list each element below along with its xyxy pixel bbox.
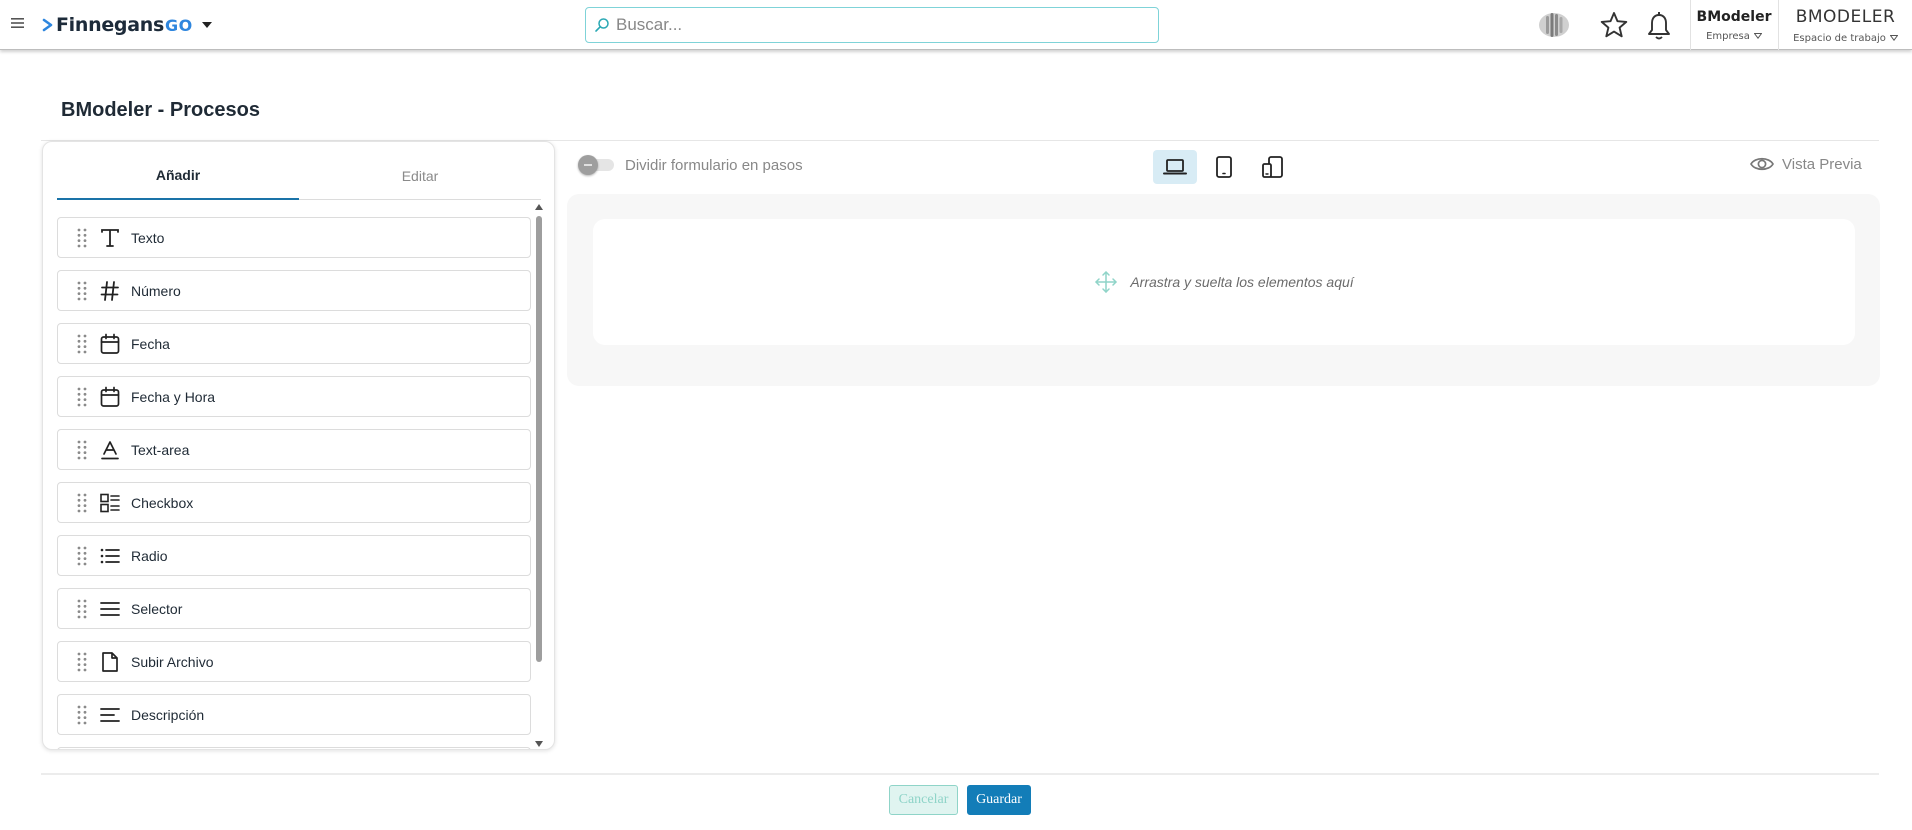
drag-handle-icon[interactable]	[77, 281, 87, 301]
toggle-switch[interactable]	[578, 155, 616, 175]
align-left-icon	[99, 704, 121, 726]
drag-handle-icon[interactable]	[77, 228, 87, 248]
list-item[interactable]: Texto	[57, 217, 531, 258]
footer-divider	[41, 773, 1879, 775]
star-icon[interactable]	[1599, 10, 1629, 40]
drag-handle-icon[interactable]	[77, 334, 87, 354]
panel-tabs: Añadir Editar	[57, 152, 541, 200]
drag-handle-icon[interactable]	[77, 493, 87, 513]
drag-handle-icon[interactable]	[77, 440, 87, 460]
search-icon	[595, 18, 609, 32]
eye-icon	[1750, 157, 1774, 171]
list-item-partial[interactable]	[57, 747, 531, 749]
search-box	[585, 7, 1159, 43]
laptop-icon	[1163, 159, 1187, 175]
page-title: BModeler - Procesos	[61, 99, 260, 121]
toggle-knob	[578, 155, 598, 175]
list-item[interactable]: Fecha	[57, 323, 531, 364]
list-icon	[99, 545, 121, 567]
company-selector[interactable]: BModeler Empresa	[1690, 0, 1777, 50]
brand-chevron-icon	[42, 18, 53, 32]
drop-zone[interactable]: Arrastra y suelta los elementos aquí	[593, 219, 1855, 345]
item-label: Radio	[131, 547, 168, 564]
item-label: Fecha	[131, 335, 170, 352]
menu-lines-icon	[99, 598, 121, 620]
item-label: Subir Archivo	[131, 653, 214, 670]
preview-label: Vista Previa	[1782, 155, 1862, 173]
chevron-down-icon	[1889, 35, 1898, 41]
preview-button[interactable]: Vista Previa	[1750, 155, 1862, 173]
list-item[interactable]: Descripción	[57, 694, 531, 735]
tab-editar[interactable]: Editar	[299, 152, 541, 200]
item-label: Checkbox	[131, 494, 194, 511]
assistant-icon[interactable]	[1537, 10, 1571, 40]
tablet-view-button[interactable]	[1202, 150, 1246, 184]
scroll-up-icon[interactable]	[535, 204, 543, 210]
list-item[interactable]: Número	[57, 270, 531, 311]
brand-dropdown-icon[interactable]	[201, 21, 212, 29]
checkbox-list-icon	[99, 492, 121, 514]
brand-name: Finnegans	[56, 14, 164, 36]
hamburger-menu-icon[interactable]	[10, 15, 26, 31]
item-label: Fecha y Hora	[131, 388, 216, 405]
scroll-thumb[interactable]	[536, 216, 542, 662]
workspace-name: BMODELER	[1795, 6, 1896, 27]
list-item[interactable]: Fecha y Hora	[57, 376, 531, 417]
bell-icon[interactable]	[1645, 11, 1673, 41]
item-label: Texto	[131, 229, 165, 246]
top-bar: Finnegans GO BModeler Empresa BM	[0, 0, 1912, 50]
company-label: Empresa	[1706, 31, 1762, 42]
calendar-icon	[99, 386, 121, 408]
list-item[interactable]: Text-area	[57, 429, 531, 470]
workspace-label-text: Espacio de trabajo	[1793, 32, 1886, 44]
search-input[interactable]	[616, 15, 1136, 35]
text-area-icon	[99, 439, 121, 461]
tab-anadir[interactable]: Añadir	[57, 152, 299, 200]
mobile-devices-icon	[1262, 156, 1283, 178]
item-label: Descripción	[131, 706, 205, 723]
drag-handle-icon[interactable]	[77, 652, 87, 672]
brand-suffix: GO	[165, 15, 193, 35]
drag-handle-icon[interactable]	[77, 705, 87, 725]
elements-panel: Añadir Editar Texto Número Fecha Fecha y…	[42, 141, 555, 750]
hash-icon	[99, 280, 121, 302]
brand-logo[interactable]: Finnegans GO	[42, 12, 212, 38]
drag-handle-icon[interactable]	[77, 387, 87, 407]
file-icon	[99, 651, 121, 673]
company-name: BModeler	[1696, 8, 1772, 25]
item-label: Text-area	[131, 441, 190, 458]
list-item[interactable]: Radio	[57, 535, 531, 576]
drag-handle-icon[interactable]	[77, 599, 87, 619]
cancel-button[interactable]: Cancelar	[889, 785, 958, 815]
drag-handle-icon[interactable]	[77, 546, 87, 566]
chevron-down-icon	[1753, 33, 1762, 39]
calendar-icon	[99, 333, 121, 355]
split-steps-toggle[interactable]: Dividir formulario en pasos	[578, 155, 803, 175]
drop-hint: Arrastra y suelta los elementos aquí	[1130, 274, 1354, 290]
elements-list: Texto Número Fecha Fecha y Hora Text-are…	[57, 217, 531, 749]
move-arrows-icon	[1095, 271, 1118, 293]
scroll-down-icon[interactable]	[535, 741, 543, 747]
text-t-icon	[99, 227, 121, 249]
company-label-text: Empresa	[1706, 30, 1750, 42]
toggle-label: Dividir formulario en pasos	[625, 156, 803, 174]
list-item[interactable]: Subir Archivo	[57, 641, 531, 682]
elements-scrollbar[interactable]	[532, 202, 546, 747]
workspace-label: Espacio de trabajo	[1793, 33, 1898, 44]
tablet-icon	[1216, 156, 1232, 178]
item-label: Número	[131, 282, 181, 299]
workspace-selector[interactable]: BMODELER Espacio de trabajo	[1778, 0, 1912, 50]
save-button[interactable]: Guardar	[967, 785, 1031, 815]
item-label: Selector	[131, 600, 183, 617]
list-item[interactable]: Checkbox	[57, 482, 531, 523]
mobile-view-button[interactable]	[1251, 150, 1295, 184]
list-item[interactable]: Selector	[57, 588, 531, 629]
laptop-view-button[interactable]	[1153, 150, 1197, 184]
